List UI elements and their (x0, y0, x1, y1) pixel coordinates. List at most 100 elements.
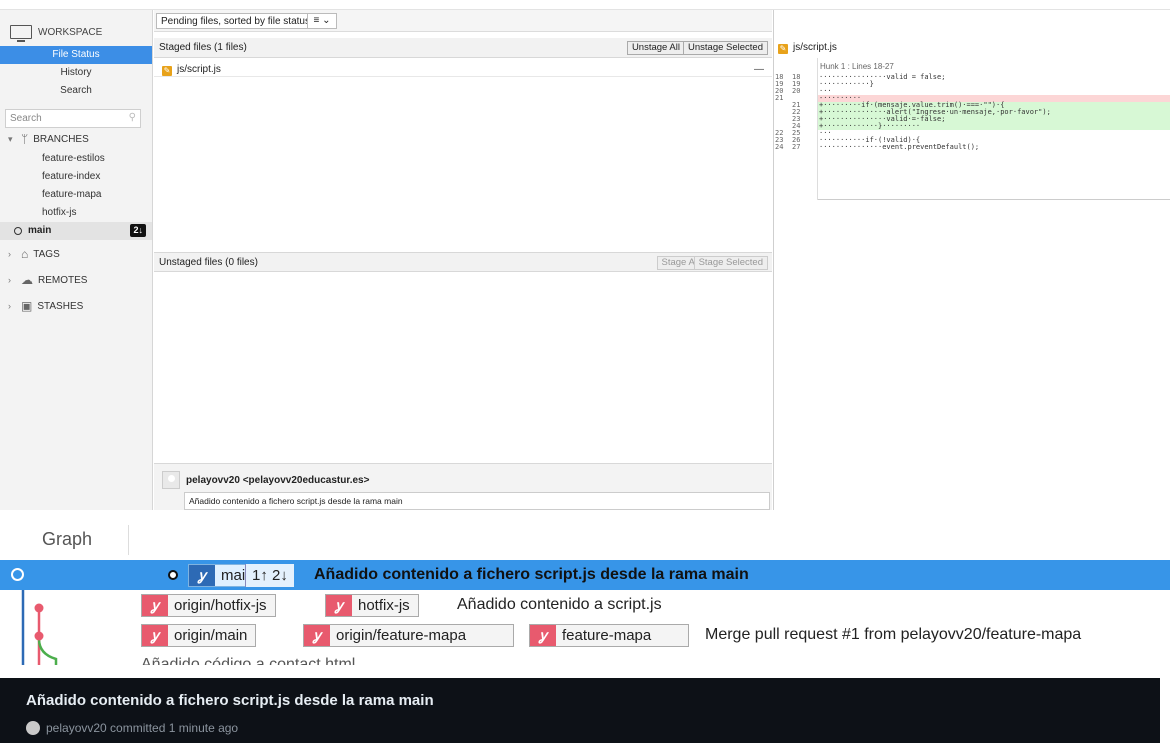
ref-label: origin/hotfix-js (174, 597, 267, 614)
old-line-number: 21 (775, 94, 784, 102)
diff-hunk: Hunk 1 : Lines 18-27 18 18 ···············… (774, 58, 1170, 200)
view-mode-button[interactable]: ≡ ⌄ (307, 13, 337, 29)
sidebar: WORKSPACE File Status History Search Sea… (0, 10, 153, 510)
unstaged-files-title: Unstaged files (0 files) (159, 257, 258, 268)
chevron-down-icon: ▾ (8, 133, 13, 144)
current-branch-icon (14, 227, 22, 235)
graph-row[interactable]: Añadido código a contact.html (0, 650, 1170, 665)
diff-line: 24 27 ···············event.preventDefault(… (774, 144, 1170, 151)
avatar (26, 721, 40, 735)
diff-line-background (818, 88, 1170, 95)
remotes-section-header[interactable]: › ☁ REMOTES (8, 271, 87, 289)
diff-code: ···············event.preventDefault(); (819, 143, 980, 151)
staged-files-title: Staged files (1 files) (159, 42, 247, 53)
sidebar-branch-main[interactable]: main 2↓ (0, 222, 152, 240)
new-line-number: 20 (792, 87, 801, 95)
staged-file-row[interactable]: ✎ js/script.js — (154, 62, 772, 77)
search-icon: ⚲ (128, 112, 136, 123)
ref-label: hotfix-js (358, 597, 410, 614)
workspace-button[interactable]: WORKSPACE (10, 22, 102, 42)
commit-summary-bar: Añadido contenido a fichero script.js de… (0, 678, 1160, 743)
branch-icon: ỿ (142, 595, 168, 616)
ref-hotfix-js-pill[interactable]: ỿ hotfix-js (325, 594, 419, 617)
tags-label: TAGS (33, 248, 60, 260)
file-filter-dropdown[interactable]: Pending files, sorted by file status ⌄ (156, 13, 328, 29)
staged-file-name: js/script.js (177, 64, 221, 75)
stage-selected-button[interactable]: Stage Selected (693, 256, 768, 270)
branch-icon: ỿ (189, 565, 215, 586)
commit-message: Añadido contenido a script.js (457, 596, 662, 613)
commit-meta: pelayovv20 committed 1 minute ago (46, 721, 239, 735)
graph-row[interactable]: ỿ origin/hotfix-js ỿ hotfix-js Añadido con… (0, 590, 1170, 620)
commit-message: Añadido código a contact.html (141, 656, 356, 665)
graph-row[interactable]: ỿ origin/main ỿ origin/feature-mapa ỿ featu… (0, 620, 1170, 650)
chevron-right-icon: › (8, 275, 11, 285)
file-status-panel: Pending files, sorted by file status ⌄ ≡… (154, 10, 772, 510)
filter-toolbar: Pending files, sorted by file status ⌄ ≡… (154, 10, 772, 32)
diff-line: 24 +·············}········· (774, 123, 1170, 130)
stashes-section-header[interactable]: › ▣ STASHES (8, 297, 83, 315)
current-branch-icon (168, 570, 178, 580)
sidebar-branch-hotfix-js[interactable]: hotfix-js (42, 204, 76, 222)
current-branch-label: main (28, 225, 52, 236)
nav-file-status[interactable]: File Status (0, 46, 152, 64)
sidebar-search-input[interactable]: Search ⚲ (5, 109, 141, 128)
workspace-label: WORKSPACE (38, 26, 103, 38)
diff-file-header: ✎ js/script.js (774, 38, 1170, 57)
sidebar-branch-feature-mapa[interactable]: feature-mapa (42, 186, 101, 204)
remotes-label: REMOTES (38, 274, 88, 286)
file-filter-label: Pending files, sorted by file status (161, 15, 310, 27)
modified-file-icon: ✎ (778, 44, 788, 54)
unstaged-files-header: Unstaged files (0 files) Stage All Stage… (154, 252, 772, 272)
tags-section-header[interactable]: › ⌂ TAGS (8, 245, 60, 263)
nav-search[interactable]: Search (0, 82, 152, 100)
stashes-label: STASHES (37, 300, 84, 312)
ref-label: feature-mapa (562, 627, 652, 644)
commit-title: Añadido contenido a fichero script.js de… (26, 692, 434, 709)
unstage-selected-button[interactable]: Unstage Selected (683, 41, 768, 55)
ref-origin-hotfix-js-pill[interactable]: ỿ origin/hotfix-js (141, 594, 276, 617)
stash-icon: ▣ (21, 299, 33, 313)
commit-area: pelayovv20 <pelayovv20educastur.es> Añad… (154, 463, 772, 510)
sidebar-branch-feature-estilos[interactable]: feature-estilos (42, 150, 105, 168)
collapse-icon[interactable]: — (754, 62, 764, 77)
nav-history[interactable]: History (0, 64, 152, 82)
cloud-icon: ☁ (21, 273, 33, 287)
chevron-right-icon: › (8, 249, 11, 259)
ref-label: origin/main (174, 627, 248, 644)
old-line-number: 24 (775, 143, 784, 151)
avatar (162, 471, 180, 489)
tag-icon: ⌂ (21, 247, 29, 261)
new-line-number: 27 (792, 143, 801, 151)
commit-message-input[interactable]: Añadido contenido a fichero script.js de… (184, 492, 770, 510)
commit-author: pelayovv20 <pelayovv20educastur.es> (186, 475, 370, 486)
commit-message: Merge pull request #1 from pelayovv20/fe… (705, 626, 1082, 643)
behind-count-badge: 2↓ (130, 224, 146, 237)
branch-icon: ỿ (530, 625, 556, 646)
branch-icon: ỿ (304, 625, 330, 646)
ref-label: origin/feature-mapa (336, 627, 467, 644)
modified-file-icon: ✎ (162, 66, 172, 76)
hunk-header: Hunk 1 : Lines 18-27 (820, 62, 894, 71)
ref-feature-mapa-pill[interactable]: ỿ feature-mapa (529, 624, 689, 647)
unstage-all-button[interactable]: Unstage All (626, 41, 685, 55)
branches-section-header[interactable]: ▾ ᛘ BRANCHES (8, 130, 89, 148)
search-placeholder: Search (10, 113, 42, 124)
diff-file-name: js/script.js (793, 42, 837, 53)
list-icon: ≡ (313, 15, 320, 26)
ahead-behind-badge: 1↑ 2↓ (245, 564, 294, 587)
staged-files-header: Staged files (1 files) Unstage All Unsta… (154, 38, 772, 58)
head-commit-icon (11, 568, 24, 581)
branch-icon: ỿ (326, 595, 352, 616)
sidebar-branch-feature-index[interactable]: feature-index (42, 168, 100, 186)
ref-origin-main-pill[interactable]: ỿ origin/main (141, 624, 257, 647)
branch-icon: ỿ (142, 625, 168, 646)
menu-bar (0, 0, 1170, 10)
diff-line: 19 19 ············} (774, 81, 1170, 88)
branches-label: BRANCHES (33, 133, 89, 145)
graph-row[interactable]: ỿ main 1↑ 2↓ Añadido contenido a fichero … (0, 560, 1170, 590)
ref-origin-feature-mapa-pill[interactable]: ỿ origin/feature-mapa (303, 624, 514, 647)
diff-code: +·············}········· (819, 122, 921, 130)
column-separator (128, 525, 129, 555)
chevron-right-icon: › (8, 301, 11, 311)
